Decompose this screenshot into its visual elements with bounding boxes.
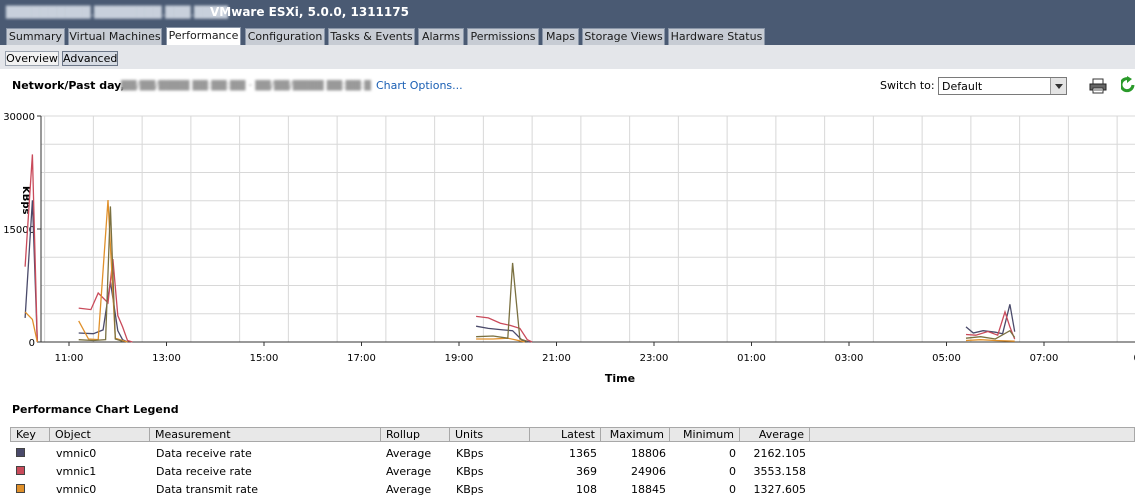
x-tick-label: 23:00 [640,353,669,364]
legend-cell-maximum: 18806 [631,447,666,460]
legend-cell-minimum: 0 [729,447,736,460]
legend-cell-average: 3553.158 [753,465,807,478]
legend-cell-rollup: Average [386,483,432,496]
legend-cell-measurement: Data transmit rate [156,483,258,496]
legend-cell-object: vmnic0 [56,447,97,460]
legend-cell-minimum: 0 [729,465,736,478]
y-tick-label: 30000 [3,112,35,123]
x-tick-label: 05:00 [932,353,961,364]
legend-cell-rollup: Average [386,447,432,460]
performance-chart: 3000015000011:00 13:00 15:00 17:00 19:00 21:0… [3,112,1135,385]
legend-cell-object: vmnic1 [56,465,97,478]
x-tick-label: 19:00 [445,353,474,364]
legend-cell-object: vmnic0 [56,483,97,496]
legend-cell-latest: 369 [576,465,597,478]
legend-cell-maximum: 24906 [631,465,666,478]
x-tick-label: 13:00 [152,353,181,364]
legend-cell-latest: 108 [576,483,597,496]
tab-maps[interactable]: Maps [542,28,579,45]
x-tick-label: 01:00 [737,353,766,364]
chart-options-link[interactable]: Chart Options... [376,79,463,92]
chevron-down-icon[interactable] [1050,78,1066,94]
x-tick-label: 15:00 [250,353,279,364]
main-tab-bar: Summary Virtual Machines Performance Con… [0,26,1135,45]
x-tick-label: 03:00 [835,353,864,364]
tab-alarms[interactable]: Alarms [418,28,464,45]
legend-header-measurement[interactable]: Measurement [150,427,381,442]
legend-row[interactable]: vmnic1 Data receive rate Average KBps 369 249… [10,462,1135,480]
x-tick-label: 07:00 [1030,353,1059,364]
legend-cell-units: KBps [456,465,484,478]
switch-to-select[interactable]: Default [938,77,1067,95]
legend-cell-measurement: Data receive rate [156,465,252,478]
switch-to-value: Default [942,80,983,93]
tab-performance[interactable]: Performance [166,27,241,45]
tab-virtual-machines[interactable]: Virtual Machines [68,28,162,45]
legend-cell-units: KBps [456,483,484,496]
legend-header-average[interactable]: Average [740,427,810,442]
legend-cell-latest: 1365 [569,447,597,460]
legend-cell-average: 2162.105 [753,447,807,460]
host-name: ██████████.████████.███.████ [6,6,228,19]
legend-color-swatch [16,466,25,475]
legend-header-object[interactable]: Object [50,427,150,442]
legend-header-units[interactable]: Units [450,427,530,442]
legend-cell-units: KBps [456,447,484,460]
subtab-advanced[interactable]: Advanced [62,51,118,66]
x-tick-label: 21:00 [542,353,571,364]
tab-summary[interactable]: Summary [6,28,65,45]
tab-storage-views[interactable]: Storage Views [582,28,665,45]
legend-title: Performance Chart Legend [12,403,179,416]
legend-header-filler [810,427,1135,442]
chart-title: Network/Past day, [12,79,125,92]
host-title: VMware ESXi, 5.0.0, 1311175 [210,5,409,19]
legend-header-key[interactable]: Key [10,427,50,442]
legend-cell-measurement: Data receive rate [156,447,252,460]
legend-cell-minimum: 0 [729,483,736,496]
legend-color-swatch [16,448,25,457]
subtab-overview[interactable]: Overview [5,51,59,66]
switch-to-label: Switch to: [880,79,935,92]
legend-cell-average: 1327.605 [753,483,807,496]
legend-row[interactable]: vmnic0 Data transmit rate Average KBps 108 18… [10,480,1135,498]
chart-date-range: ██/██/████ ██:██:██ - ██/██/████ ██:██:█… [121,80,371,91]
legend-cell-rollup: Average [386,465,432,478]
print-icon[interactable] [1089,78,1107,94]
legend-row[interactable]: vmnic0 Data receive rate Average KBps 1365 18… [10,444,1135,462]
y-tick-label: 0 [29,338,35,349]
window-header: ██████████.████████.███.████ VMware ESXi… [0,0,1135,26]
tab-configuration[interactable]: Configuration [245,28,325,45]
legend-header-minimum[interactable]: Minimum [670,427,740,442]
legend-color-swatch [16,484,25,493]
tab-hardware-status[interactable]: Hardware Status [668,28,765,45]
x-axis-title: Time [605,372,635,385]
legend-header-latest[interactable]: Latest [530,427,601,442]
legend-header-maximum[interactable]: Maximum [601,427,670,442]
performance-subtab-bar: Overview Advanced [0,45,1135,69]
x-tick-label: 17:00 [347,353,376,364]
legend-header-rollup[interactable]: Rollup [381,427,450,442]
refresh-icon[interactable] [1121,75,1135,95]
tab-tasks-events[interactable]: Tasks & Events [328,28,415,45]
legend-cell-maximum: 18845 [631,483,666,496]
x-tick-label: 11:00 [55,353,84,364]
tab-permissions[interactable]: Permissions [467,28,539,45]
